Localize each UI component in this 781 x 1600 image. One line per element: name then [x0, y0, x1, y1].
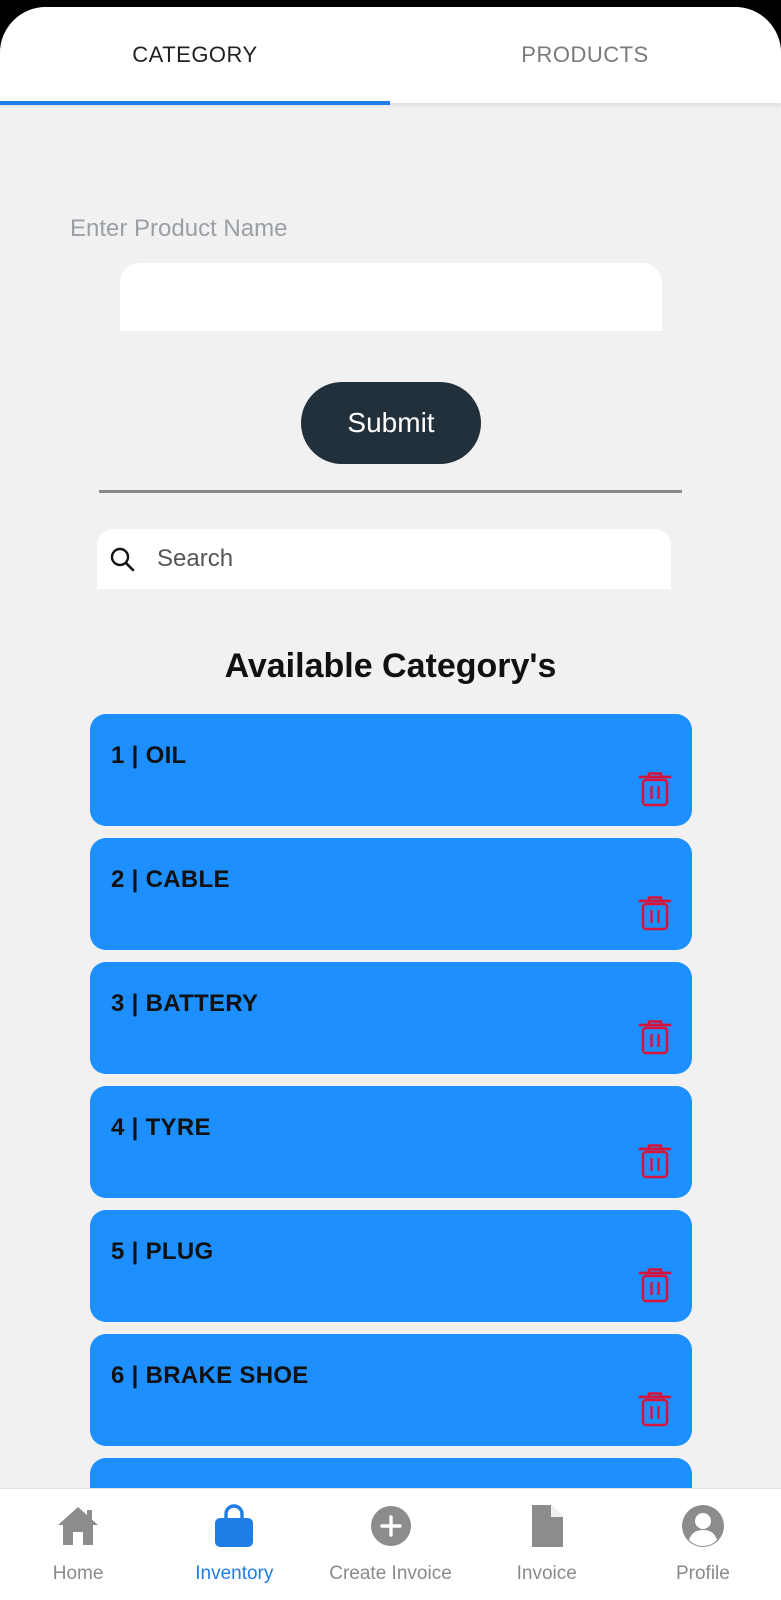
shopping-bag-icon	[215, 1504, 254, 1547]
document-icon	[531, 1505, 563, 1547]
category-label: 3 | BATTERY	[111, 990, 259, 1017]
nav-profile[interactable]: Profile	[625, 1489, 781, 1600]
trash-icon[interactable]	[638, 1143, 672, 1179]
nav-inventory-label: Inventory	[195, 1563, 274, 1584]
product-name-input[interactable]	[120, 263, 662, 331]
add-circle-icon	[370, 1506, 411, 1546]
search-input[interactable]	[155, 544, 639, 574]
category-item[interactable]: 2 | CABLE	[90, 838, 692, 950]
category-item[interactable]: 1 | OIL	[90, 714, 692, 826]
product-name-label: Enter Product Name	[70, 215, 288, 242]
tab-category-label: CATEGORY	[132, 42, 258, 67]
tab-indicator	[0, 101, 390, 105]
nav-inventory[interactable]: Inventory	[156, 1489, 312, 1600]
person-circle-icon	[681, 1505, 724, 1547]
search-icon	[110, 547, 135, 572]
category-label: 2 | CABLE	[111, 866, 230, 893]
trash-icon[interactable]	[638, 1391, 672, 1427]
submit-button[interactable]: Submit	[301, 382, 481, 464]
nav-invoice[interactable]: Invoice	[469, 1489, 625, 1600]
nav-invoice-label: Invoice	[516, 1563, 577, 1584]
category-item[interactable]: 5 | PLUG	[90, 1210, 692, 1322]
nav-create-invoice[interactable]: Create Invoice	[312, 1489, 468, 1600]
nav-create-invoice-label: Create Invoice	[329, 1563, 452, 1584]
screen: CATEGORY PRODUCTS Enter Product Name Sub…	[0, 7, 781, 1600]
search-bar[interactable]	[97, 529, 671, 589]
home-icon	[58, 1507, 99, 1545]
tab-category[interactable]: CATEGORY	[0, 7, 390, 105]
trash-icon[interactable]	[638, 895, 672, 931]
bottom-nav: Home Inventory Create Invoice Invoice Pr…	[0, 1488, 781, 1600]
category-item[interactable]: 6 | BRAKE SHOE	[90, 1334, 692, 1446]
category-label: 1 | OIL	[111, 742, 187, 769]
nav-home[interactable]: Home	[0, 1489, 156, 1600]
category-list: 1 | OIL 2 | CABLE 3 | BATTERY 4 | TYRE 5…	[90, 714, 692, 1582]
trash-icon[interactable]	[638, 1267, 672, 1303]
category-label: 5 | PLUG	[111, 1238, 214, 1265]
divider	[99, 490, 682, 493]
trash-icon[interactable]	[638, 1019, 672, 1055]
trash-icon[interactable]	[638, 771, 672, 807]
list-title: Available Category's	[224, 647, 557, 685]
category-item[interactable]: 3 | BATTERY	[90, 962, 692, 1074]
tab-products-label: PRODUCTS	[521, 42, 649, 67]
category-item[interactable]: 4 | TYRE	[90, 1086, 692, 1198]
tab-bar: CATEGORY PRODUCTS	[0, 7, 781, 105]
category-label: 4 | TYRE	[111, 1114, 211, 1141]
nav-home-label: Home	[52, 1563, 104, 1584]
nav-profile-label: Profile	[675, 1563, 730, 1584]
tab-products[interactable]: PRODUCTS	[390, 7, 780, 103]
category-label: 6 | BRAKE SHOE	[111, 1362, 309, 1389]
